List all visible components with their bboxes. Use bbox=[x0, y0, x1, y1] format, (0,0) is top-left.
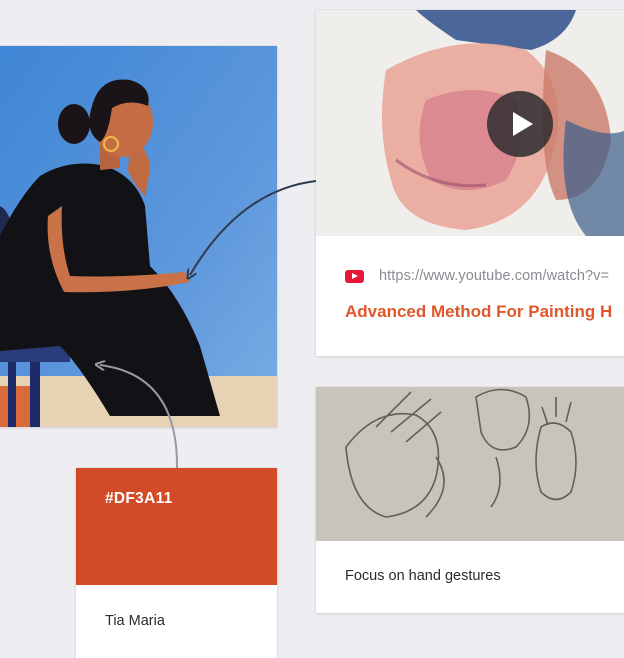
youtube-icon bbox=[345, 270, 364, 283]
watercolor-hands-image bbox=[316, 10, 624, 236]
video-url[interactable]: https://www.youtube.com/watch?v= bbox=[379, 268, 609, 284]
painting-image-card[interactable] bbox=[0, 46, 277, 427]
pencil-hands-sketch-image bbox=[316, 387, 624, 541]
sketch-thumbnail[interactable] bbox=[316, 387, 624, 541]
sketch-caption: Focus on hand gestures bbox=[345, 568, 501, 584]
video-title[interactable]: Advanced Method For Painting H bbox=[345, 302, 612, 322]
video-link-card[interactable]: https://www.youtube.com/watch?v= Advance… bbox=[316, 10, 624, 356]
play-icon[interactable] bbox=[487, 91, 553, 157]
color-swatch-card[interactable]: #DF3A11 Tia Maria bbox=[76, 468, 277, 658]
woman-portrait-painting bbox=[0, 46, 277, 427]
color-name: Tia Maria bbox=[105, 613, 165, 629]
color-hex-value: #DF3A11 bbox=[105, 490, 173, 507]
color-swatch[interactable]: #DF3A11 bbox=[76, 468, 277, 585]
sketch-image-card[interactable]: Focus on hand gestures bbox=[316, 387, 624, 613]
video-thumbnail[interactable] bbox=[316, 10, 624, 236]
